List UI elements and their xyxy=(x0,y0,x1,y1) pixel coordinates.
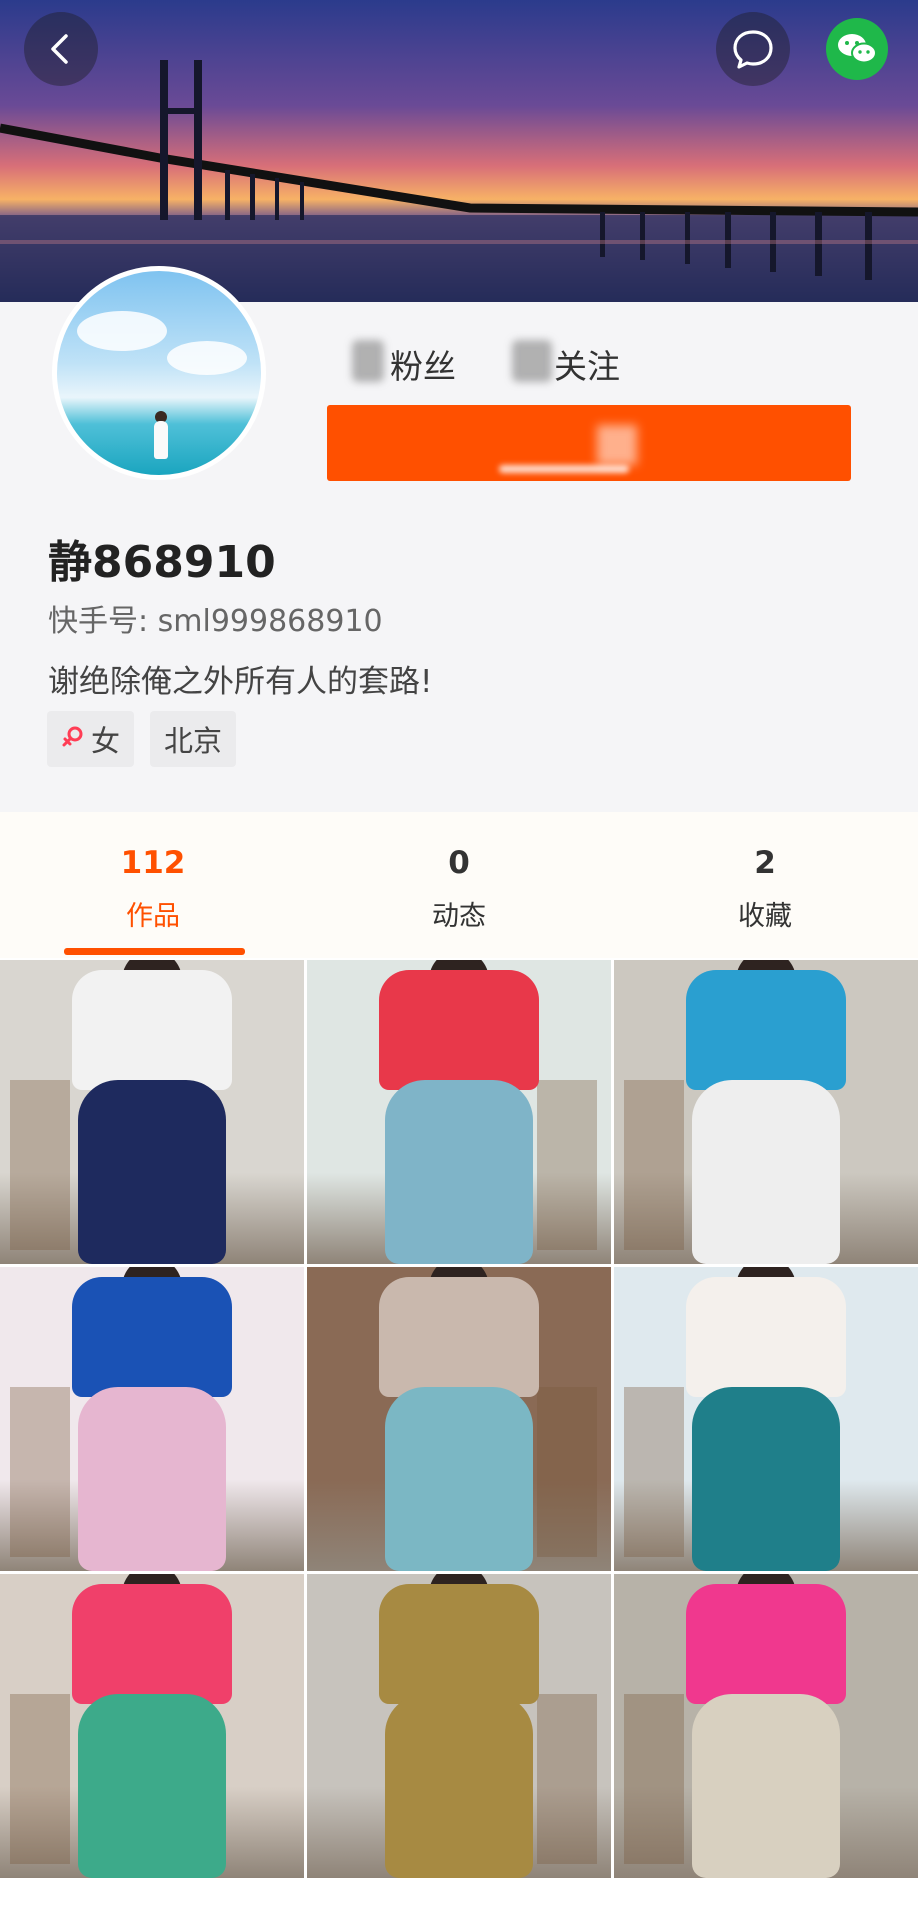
video-thumbnail[interactable] xyxy=(307,1267,611,1571)
tab-favorites[interactable]: 2 收藏 xyxy=(612,812,918,958)
gender-tag: 女 xyxy=(47,711,135,767)
video-thumbnail[interactable] xyxy=(307,1574,611,1878)
city-tag: 北京 xyxy=(150,711,237,767)
avatar-cloud xyxy=(77,311,167,351)
thumbnail-furniture xyxy=(10,1080,70,1250)
thumbnail-furniture xyxy=(537,1080,597,1250)
thumbnail-person-bottom xyxy=(78,1387,226,1571)
thumbnail-furniture xyxy=(624,1694,684,1864)
follow-label-redacted xyxy=(499,465,629,473)
thumbnail-person-top xyxy=(72,1277,232,1397)
thumbnail-person-bottom xyxy=(692,1387,840,1571)
thumbnail-person-top xyxy=(379,1584,539,1704)
tab-works[interactable]: 112 作品 xyxy=(0,812,306,958)
thumbnail-person-top xyxy=(72,970,232,1090)
tab-favorites-count: 2 xyxy=(754,845,776,881)
gender-tag-label: 女 xyxy=(91,724,121,758)
back-button[interactable] xyxy=(24,12,98,86)
thumbnail-person-bottom xyxy=(385,1694,533,1878)
thumbnail-furniture xyxy=(537,1694,597,1864)
tab-favorites-label: 收藏 xyxy=(738,901,792,932)
video-thumbnail[interactable] xyxy=(614,960,918,1264)
follow-label-redacted xyxy=(597,425,637,465)
avatar-cloud xyxy=(167,341,247,375)
tab-works-count: 112 xyxy=(120,845,186,881)
tab-moments-count: 0 xyxy=(448,845,470,881)
following-label[interactable]: 关注 xyxy=(554,340,620,388)
following-count-redacted xyxy=(512,340,552,382)
thumbnail-person-top xyxy=(686,1584,846,1704)
chevron-left-icon xyxy=(51,34,68,64)
fans-label[interactable]: 粉丝 xyxy=(390,340,456,388)
profile-tabs: 112 作品 0 动态 2 收藏 xyxy=(0,812,918,958)
thumbnail-furniture xyxy=(537,1387,597,1557)
follow-button[interactable] xyxy=(327,405,851,481)
thumbnail-person-bottom xyxy=(385,1080,533,1264)
video-thumbnail[interactable] xyxy=(614,1267,918,1571)
user-bio: 谢绝除俺之外所有人的套路! xyxy=(48,664,433,700)
video-thumbnail[interactable] xyxy=(0,1574,304,1878)
thumbnail-person-bottom xyxy=(692,1080,840,1264)
thumbnail-person-top xyxy=(686,1277,846,1397)
thumbnail-person-top xyxy=(379,970,539,1090)
thumbnail-person-top xyxy=(379,1277,539,1397)
video-thumbnail[interactable] xyxy=(614,1574,918,1878)
video-thumbnail[interactable] xyxy=(0,960,304,1264)
thumbnail-person-bottom xyxy=(78,1080,226,1264)
avatar-person-body xyxy=(154,421,168,459)
thumbnail-person-bottom xyxy=(385,1387,533,1571)
tab-moments-label: 动态 xyxy=(432,901,486,932)
tab-moments[interactable]: 0 动态 xyxy=(306,812,612,958)
avatar[interactable] xyxy=(52,266,266,480)
thumbnail-furniture xyxy=(624,1080,684,1250)
message-button[interactable] xyxy=(716,12,790,86)
video-thumbnail[interactable] xyxy=(307,960,611,1264)
thumbnail-person-top xyxy=(686,970,846,1090)
city-tag-label: 北京 xyxy=(164,724,223,758)
female-icon xyxy=(61,724,85,754)
kuaishou-id: 快手号: sml999868910 xyxy=(48,604,383,639)
tab-works-label: 作品 xyxy=(126,901,180,932)
wechat-share-button[interactable] xyxy=(826,18,888,80)
thumbnail-furniture xyxy=(624,1387,684,1557)
fans-count-redacted xyxy=(352,340,384,382)
thumbnail-furniture xyxy=(10,1387,70,1557)
thumbnail-person-bottom xyxy=(78,1694,226,1878)
thumbnail-person-bottom xyxy=(692,1694,840,1878)
wechat-icon xyxy=(838,34,877,64)
thumbnail-furniture xyxy=(10,1694,70,1864)
user-nickname: 静868910 xyxy=(48,537,276,588)
chat-bubble-icon xyxy=(733,30,773,69)
video-grid xyxy=(0,958,918,1920)
video-thumbnail[interactable] xyxy=(0,1267,304,1571)
thumbnail-person-top xyxy=(72,1584,232,1704)
active-tab-indicator xyxy=(64,948,245,955)
